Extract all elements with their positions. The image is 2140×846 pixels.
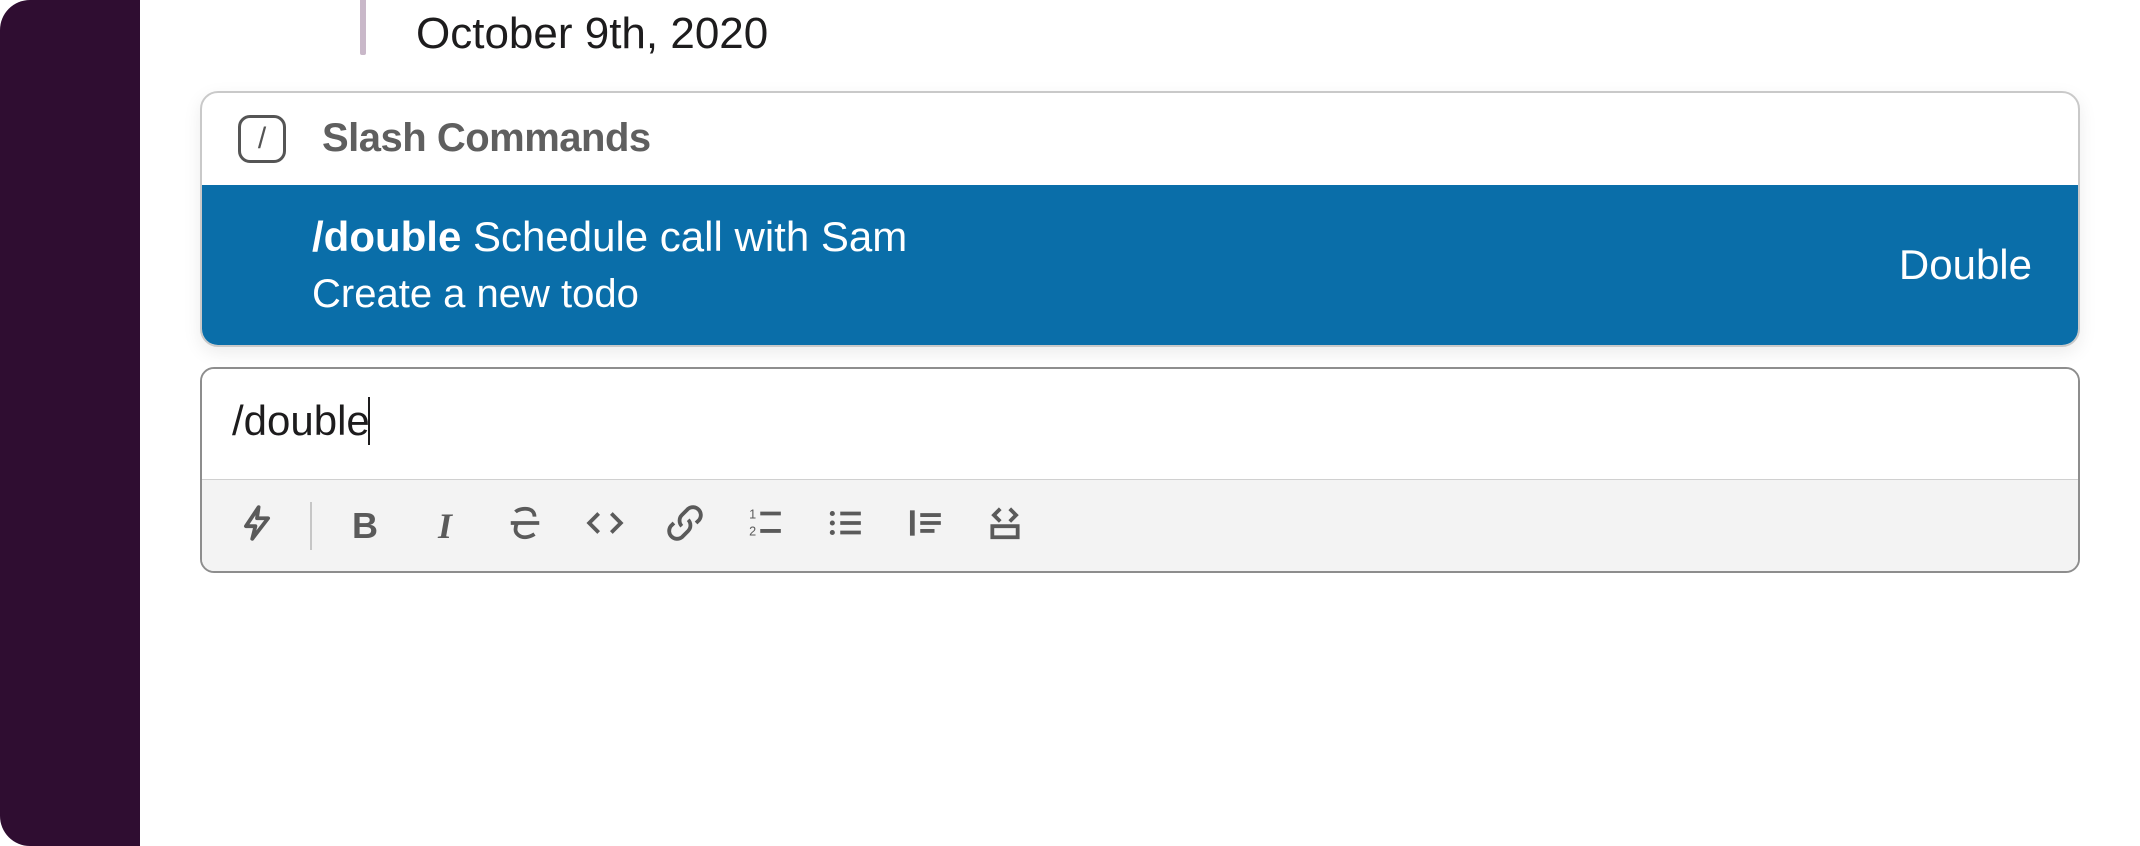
app-frame: October 9th, 2020 / Slash Commands /doub… (0, 0, 2140, 846)
workspace-sidebar-rail (0, 0, 140, 846)
bulleted-list-button[interactable] (810, 496, 880, 556)
bold-button[interactable]: B (330, 496, 400, 556)
code-button[interactable] (570, 496, 640, 556)
blockquote-icon (906, 504, 944, 547)
slash-command-suggest-header: / Slash Commands (202, 93, 2078, 185)
main-content: October 9th, 2020 / Slash Commands /doub… (140, 0, 2140, 846)
date-divider: October 9th, 2020 (200, 0, 2080, 61)
slash-command-suggest-item[interactable]: /double Schedule call with Sam Create a … (202, 185, 2078, 346)
svg-text:1: 1 (749, 508, 756, 522)
strikethrough-icon (506, 504, 544, 547)
code-block-icon (986, 504, 1024, 547)
svg-text:2: 2 (749, 525, 756, 539)
italic-button[interactable]: I (410, 496, 480, 556)
date-divider-label: October 9th, 2020 (416, 0, 768, 61)
code-icon (586, 504, 624, 547)
link-icon (666, 504, 704, 547)
slash-command-line1: /double Schedule call with Sam (312, 211, 907, 264)
slash-command-app-name: Double (1899, 241, 2032, 289)
toolbar-separator (310, 502, 312, 550)
text-cursor (368, 397, 370, 445)
slash-command-description: Create a new todo (312, 269, 907, 319)
slash-command-suggest-header-label: Slash Commands (322, 116, 651, 161)
date-divider-bar (360, 0, 366, 55)
ordered-list-icon: 12 (746, 504, 784, 547)
slash-command-suggest-item-text: /double Schedule call with Sam Create a … (312, 211, 907, 320)
ordered-list-button[interactable]: 12 (730, 496, 800, 556)
message-input-wrap[interactable]: /double (202, 369, 2078, 479)
link-button[interactable] (650, 496, 720, 556)
slash-icon: / (238, 115, 286, 163)
bulleted-list-icon (826, 504, 864, 547)
composer-toolbar: B I (202, 479, 2078, 571)
message-composer: /double B I (200, 367, 2080, 573)
code-block-button[interactable] (970, 496, 1040, 556)
strikethrough-button[interactable] (490, 496, 560, 556)
slash-command-name: /double (312, 213, 461, 260)
slash-command-hint: Schedule call with Sam (473, 213, 907, 260)
lightning-icon (238, 504, 276, 547)
shortcuts-button[interactable] (222, 496, 292, 556)
blockquote-button[interactable] (890, 496, 960, 556)
slash-command-suggest-panel: / Slash Commands /double Schedule call w… (200, 91, 2080, 348)
message-input-text: /double (232, 397, 370, 445)
